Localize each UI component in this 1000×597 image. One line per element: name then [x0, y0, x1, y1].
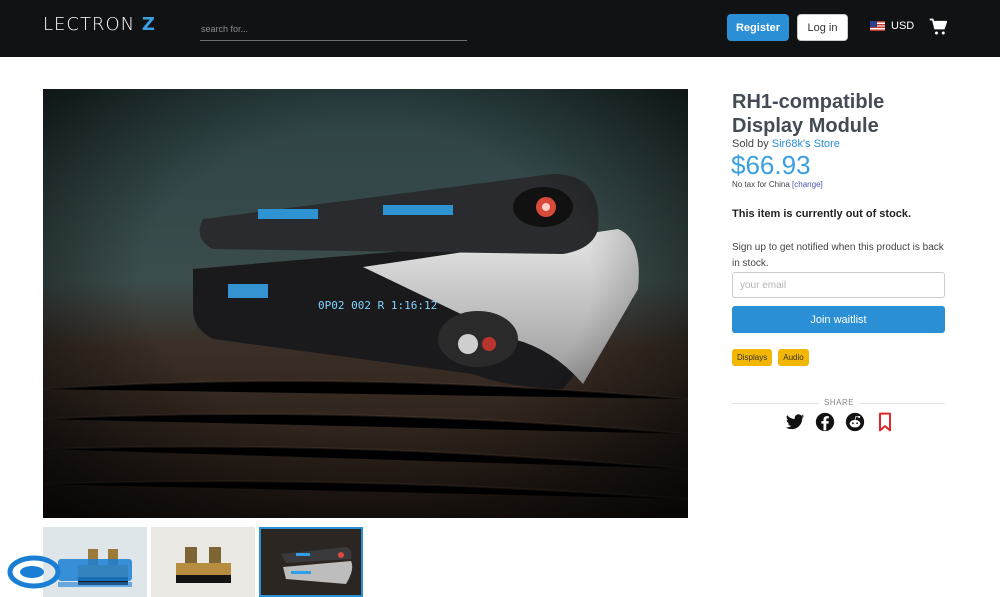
tax-info: No tax for China [change]: [732, 180, 823, 189]
thumbnail-2[interactable]: [151, 527, 255, 597]
product-main-image[interactable]: 0P02 002 R 1:16:12: [43, 89, 688, 518]
site-logo[interactable]: LECTRON Z: [43, 14, 156, 35]
logo-accent: Z: [141, 14, 156, 35]
email-field[interactable]: [732, 272, 945, 298]
facebook-icon[interactable]: [815, 412, 835, 432]
share-icons: [785, 412, 895, 432]
watermark-logo: [6, 553, 136, 591]
register-button[interactable]: Register: [727, 14, 789, 41]
logo-text: LECTRON: [43, 14, 136, 35]
product-price: $66.93: [731, 150, 811, 180]
thumbnail-image: [151, 527, 255, 597]
sold-by-prefix: Sold by: [732, 138, 769, 150]
currency-selector[interactable]: USD: [870, 20, 914, 32]
bookmark-icon[interactable]: [875, 412, 895, 432]
tag-audio[interactable]: Audio: [778, 349, 809, 366]
twitter-icon[interactable]: [785, 412, 805, 432]
product-title: RH1-compatible Display Module: [732, 91, 885, 137]
store-link[interactable]: Sir68k's Store: [772, 138, 840, 150]
us-flag-icon: [870, 21, 885, 31]
sold-by: Sold by Sir68k's Store: [732, 138, 840, 150]
waitlist-signup-text: Sign up to get notified when this produc…: [732, 242, 944, 269]
tax-change-link[interactable]: [change]: [792, 180, 823, 189]
tax-text: No tax for China: [732, 180, 790, 189]
top-navbar: LECTRON Z Register Log in USD: [0, 0, 1000, 57]
login-button[interactable]: Log in: [797, 14, 848, 41]
share-label: SHARE: [819, 398, 860, 407]
reddit-icon[interactable]: [845, 412, 865, 432]
thumbnail-image: [261, 529, 361, 595]
join-waitlist-button[interactable]: Join waitlist: [732, 306, 945, 333]
cart-icon[interactable]: [929, 18, 947, 36]
tag-displays[interactable]: Displays: [732, 349, 773, 366]
tag-list: Displays Audio: [732, 349, 809, 366]
stock-status: This item is currently out of stock.: [732, 208, 912, 220]
product-photo: 0P02 002 R 1:16:12: [43, 89, 688, 518]
thumbnail-3-selected[interactable]: [259, 527, 363, 597]
search-input[interactable]: [200, 18, 467, 41]
currency-label: USD: [891, 20, 915, 32]
